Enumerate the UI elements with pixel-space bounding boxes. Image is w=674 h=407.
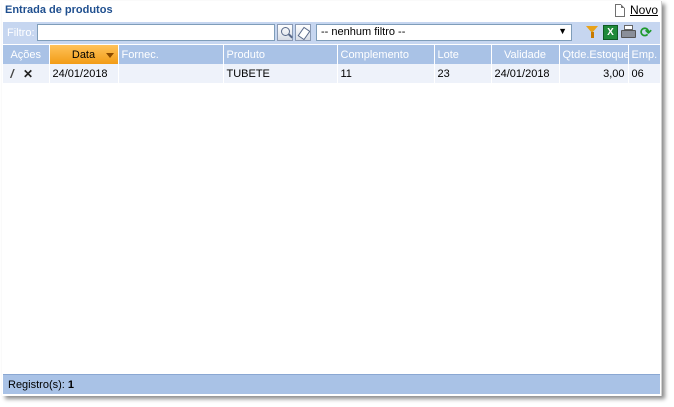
filter-select-value: -- nenhum filtro -- — [321, 26, 406, 38]
table-header-row: Ações Data Fornec. Produto Complemento L… — [3, 45, 661, 64]
cell-complemento: 11 — [337, 64, 435, 83]
record-count: Registro(s): 1 — [8, 379, 74, 391]
search-button[interactable] — [277, 24, 293, 41]
record-count-label: Registro(s): — [8, 379, 65, 391]
cell-lote: 23 — [434, 64, 492, 83]
funnel-icon[interactable] — [585, 25, 600, 40]
cell-produto: TUBETE — [223, 64, 338, 83]
search-icon — [281, 27, 290, 36]
filter-select[interactable]: -- nenhum filtro -- ▼ — [316, 24, 572, 41]
entrada-produtos-panel: Entrada de produtos Novo Filtro: -- nenh… — [2, 1, 662, 396]
cell-data: 24/01/2018 — [49, 64, 119, 83]
table-row[interactable]: / ✕ 24/01/2018 TUBETE 11 23 24/01/2018 3,… — [3, 64, 661, 83]
cell-qtde: 3,00 — [559, 64, 629, 83]
filter-bar: Filtro: -- nenhum filtro -- ▼ X ⟳ — [3, 22, 660, 44]
new-link[interactable]: Novo — [630, 3, 658, 17]
chevron-down-icon: ▼ — [558, 26, 567, 36]
entries-table: Ações Data Fornec. Produto Complemento L… — [3, 45, 661, 83]
col-data-label: Data — [71, 48, 96, 61]
col-lote[interactable]: Lote — [434, 45, 492, 64]
col-qtde[interactable]: Qtde.Estoque — [559, 45, 629, 64]
cell-validade: 24/01/2018 — [491, 64, 560, 83]
filter-label: Filtro: — [7, 27, 35, 39]
refresh-icon[interactable]: ⟳ — [640, 25, 655, 40]
page-title: Entrada de produtos — [5, 4, 113, 16]
cell-fornec — [118, 64, 224, 83]
printer-icon[interactable] — [621, 25, 636, 40]
cell-emp: 06 — [628, 64, 661, 83]
status-bar: Registro(s): 1 — [3, 374, 660, 394]
eraser-icon — [297, 26, 311, 41]
excel-icon[interactable]: X — [603, 25, 618, 40]
clear-filter-button[interactable] — [295, 24, 311, 41]
col-validade[interactable]: Validade — [491, 45, 560, 64]
col-fornec[interactable]: Fornec. — [118, 45, 224, 64]
filter-input[interactable] — [37, 24, 275, 41]
col-produto[interactable]: Produto — [223, 45, 338, 64]
delete-icon[interactable]: ✕ — [22, 67, 34, 81]
sort-desc-icon — [105, 53, 114, 58]
new-record[interactable]: Novo — [614, 3, 658, 17]
new-document-icon[interactable] — [614, 3, 625, 17]
col-data[interactable]: Data — [49, 45, 119, 64]
col-acoes[interactable]: Ações — [3, 45, 50, 64]
title-bar: Entrada de produtos Novo — [2, 1, 661, 21]
col-emp[interactable]: Emp. — [628, 45, 661, 64]
col-complemento[interactable]: Complemento — [337, 45, 435, 64]
pencil-icon[interactable]: / — [6, 67, 18, 81]
record-count-value: 1 — [67, 379, 75, 391]
row-actions: / ✕ — [3, 64, 50, 83]
